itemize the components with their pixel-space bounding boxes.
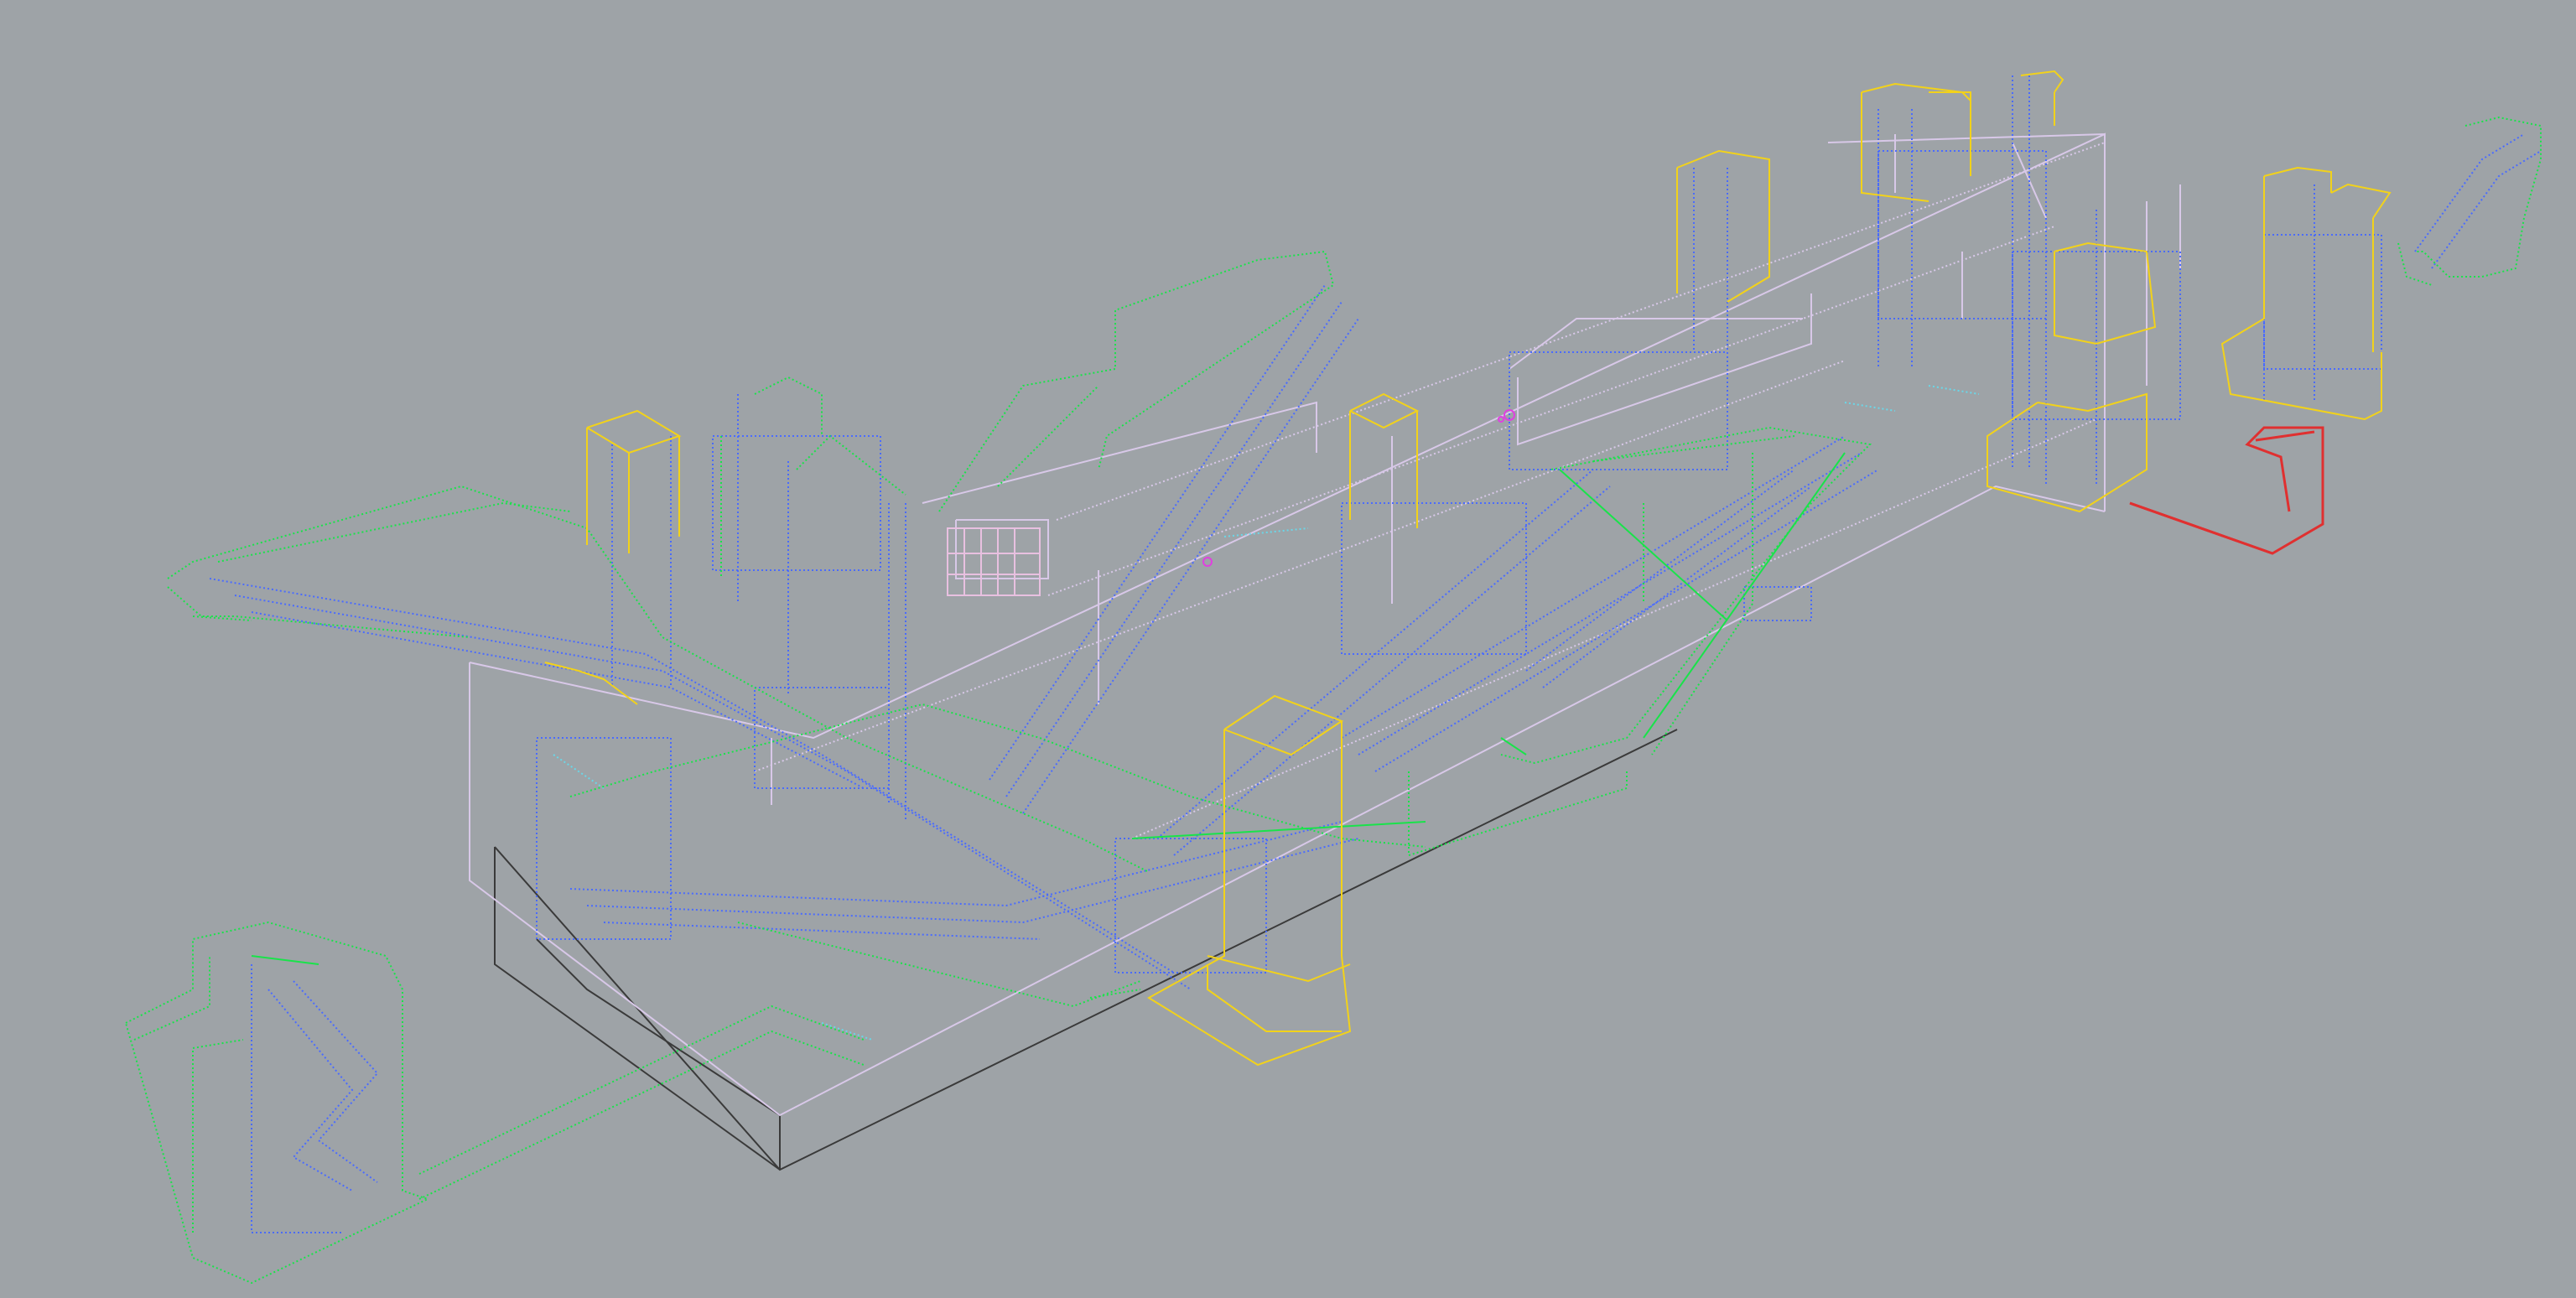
cyan-accents (553, 385, 1980, 1041)
wall-dashed-lines (754, 142, 2106, 839)
wireframe-model[interactable] (0, 0, 2576, 1298)
selected-block[interactable] (2129, 426, 2324, 555)
vertical-shafts (544, 70, 2392, 1067)
3d-viewport[interactable] (0, 0, 2576, 1298)
magenta-accents (1202, 409, 1515, 567)
wall-outlines (469, 132, 2181, 1117)
window-grid (947, 527, 1041, 596)
stair-outlines (125, 116, 2542, 1285)
base-slab (494, 729, 1678, 1171)
structural-members (209, 75, 2542, 1233)
